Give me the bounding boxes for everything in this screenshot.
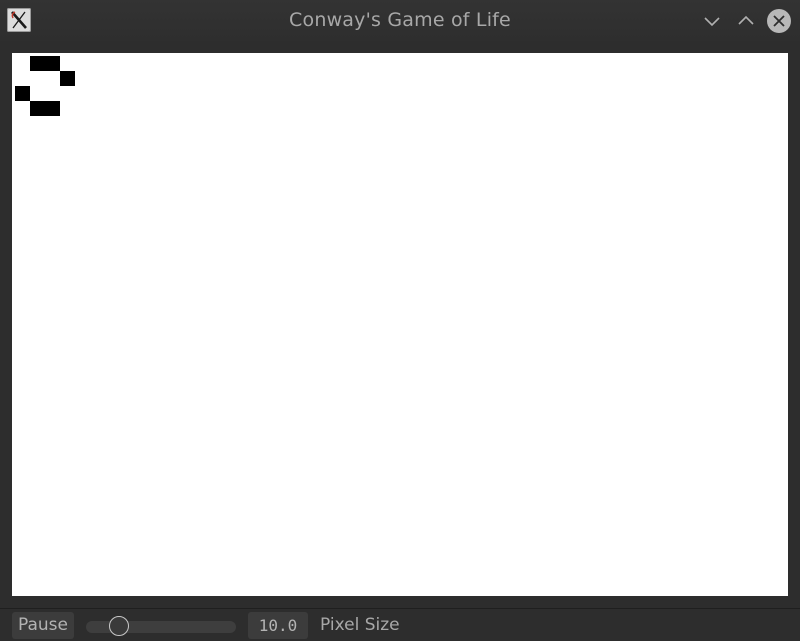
- life-canvas[interactable]: [12, 53, 788, 596]
- live-cell: [15, 86, 30, 101]
- bottom-toolbar: Pause 10.0 Pixel Size: [0, 608, 800, 641]
- chevron-up-icon: [738, 15, 754, 25]
- live-cell: [30, 101, 60, 116]
- pixel-size-value[interactable]: 10.0: [248, 612, 308, 639]
- minimize-button[interactable]: [699, 8, 725, 34]
- pixel-size-label: Pixel Size: [320, 615, 400, 635]
- title-bar[interactable]: Conway's Game of Life: [0, 0, 800, 41]
- close-button[interactable]: [766, 8, 792, 34]
- pause-button[interactable]: Pause: [12, 612, 74, 639]
- chevron-down-icon: [704, 17, 720, 27]
- live-cell: [60, 71, 75, 86]
- window-title: Conway's Game of Life: [289, 9, 511, 31]
- live-cell: [30, 56, 60, 71]
- pixel-size-slider[interactable]: [86, 616, 236, 636]
- app-window: Conway's Game of Life Pause 10.0 Pixel S…: [0, 0, 800, 641]
- x-logo-icon[interactable]: [7, 8, 31, 32]
- maximize-button[interactable]: [733, 8, 759, 34]
- slider-handle[interactable]: [109, 616, 129, 636]
- close-icon: [767, 9, 791, 33]
